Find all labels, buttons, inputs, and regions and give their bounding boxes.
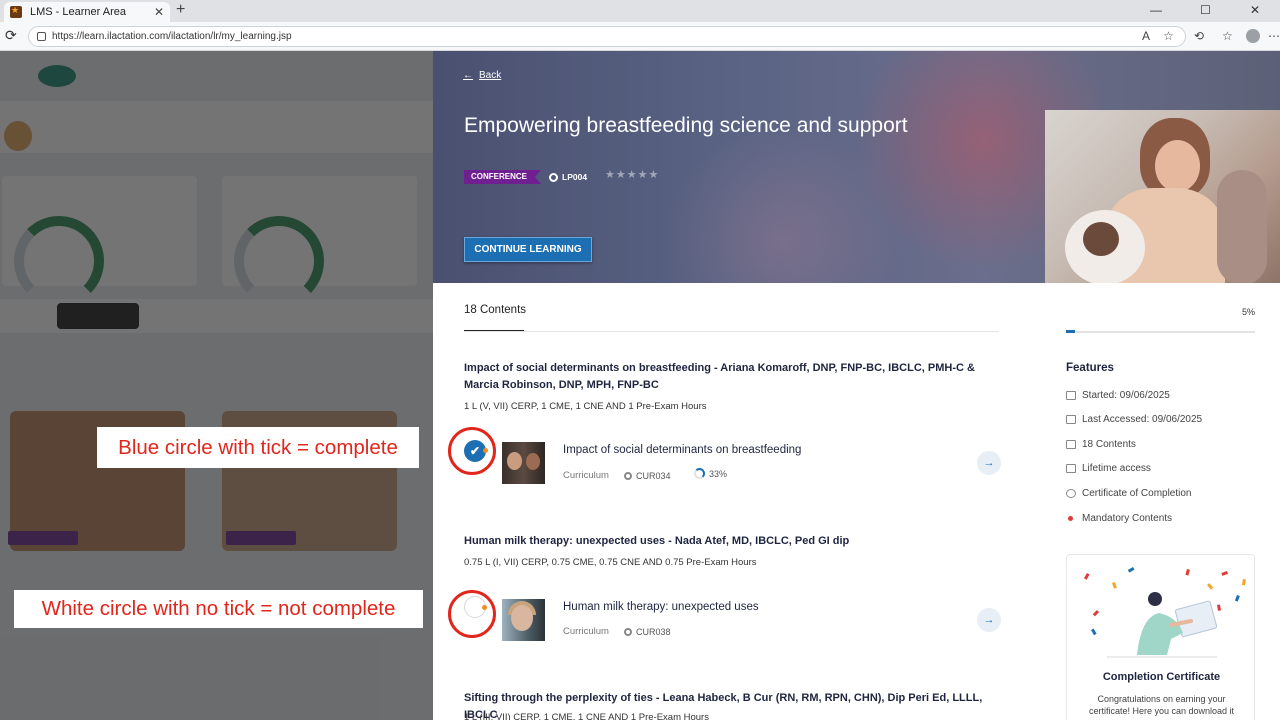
feature-label: 18 Contents: [1082, 439, 1136, 450]
open-content-button[interactable]: →: [977, 451, 1001, 475]
back-link[interactable]: ← Back: [463, 70, 501, 81]
section-title: Human milk therapy: unexpected uses - Na…: [464, 535, 850, 547]
tab-close-icon[interactable]: ✕: [154, 5, 164, 19]
annotation-not-complete: White circle with no tick = not complete: [14, 590, 423, 628]
content-thumbnail[interactable]: [502, 599, 545, 641]
feature-label: Started: 09/06/2025: [1082, 390, 1170, 401]
completion-certificate-card: Completion Certificate Congratulations o…: [1066, 554, 1255, 720]
content-type: Curriculum: [563, 626, 609, 637]
section-credits: 1 L (V, VII) CERP, 1 CME, 1 CNE AND 1 Pr…: [464, 401, 707, 412]
site-favicon-icon: [10, 5, 22, 18]
address-bar-row: ⟳ https://learn.ilactation.com/ilactatio…: [0, 22, 1280, 51]
content-code-text: CUR034: [636, 471, 671, 481]
site-info-icon[interactable]: [37, 32, 46, 41]
annotation-complete: Blue circle with tick = complete: [97, 427, 419, 468]
content-code: CUR034: [624, 471, 671, 481]
browser-tab-bar: LMS - Learner Area ✕ + — ☐ ✕: [0, 0, 1280, 22]
certificate-icon: [1066, 489, 1076, 498]
curriculum-icon: [624, 472, 632, 480]
feature-contents: 18 Contents: [1066, 439, 1136, 450]
content-icon: [1066, 440, 1076, 449]
feature-certificate: Certificate of Completion: [1066, 488, 1192, 499]
back-arrow-icon: ←: [463, 70, 473, 81]
feature-label: Certificate of Completion: [1082, 488, 1192, 499]
course-detail-panel: ← Back Empowering breastfeeding science …: [433, 51, 1280, 720]
learning-path-code: LP004: [549, 170, 587, 184]
extensions-icon[interactable]: ⟲: [1194, 29, 1204, 43]
back-label: Back: [479, 70, 502, 81]
learning-path-code-text: LP004: [562, 172, 588, 182]
tab-contents[interactable]: 18 Contents: [464, 304, 526, 316]
progress-ring-icon: [694, 468, 705, 479]
curriculum-icon: [624, 628, 632, 636]
certificate-illustration: [1084, 567, 1246, 658]
section-credits: 0.75 L (I, VII) CERP, 0.75 CME, 0.75 CNE…: [464, 557, 757, 568]
section-credits: 1 L (III, VII) CERP, 1 CME, 1 CNE AND 1 …: [464, 712, 709, 720]
certificate-description: Congratulations on earning your certific…: [1088, 694, 1235, 716]
content-type: Curriculum: [563, 470, 609, 481]
new-tab-button[interactable]: +: [176, 1, 185, 19]
open-content-button[interactable]: →: [977, 608, 1001, 632]
course-title: Empowering breastfeeding science and sup…: [464, 114, 908, 137]
more-menu-icon[interactable]: ⋯: [1268, 29, 1280, 43]
feature-mandatory: Mandatory Contents: [1066, 513, 1172, 524]
content-progress: 33%: [694, 468, 727, 479]
content-code: CUR038: [624, 627, 671, 637]
certificate-title: Completion Certificate: [1102, 671, 1221, 683]
features-title: Features: [1066, 362, 1114, 374]
feature-label: Last Accessed: 09/06/2025: [1082, 414, 1203, 425]
progress-percent: 5%: [1242, 307, 1256, 317]
maximize-icon[interactable]: ☐: [1200, 3, 1211, 17]
content-title[interactable]: Impact of social determinants on breastf…: [563, 444, 801, 456]
highlight-ring-not-complete: [448, 590, 496, 638]
content-code-text: CUR038: [636, 627, 671, 637]
read-aloud-icon[interactable]: A: [1142, 29, 1150, 43]
favorite-star-icon[interactable]: ☆: [1163, 29, 1174, 43]
minimize-icon[interactable]: —: [1150, 3, 1162, 17]
content-thumbnail[interactable]: [502, 442, 545, 484]
browser-tab[interactable]: LMS - Learner Area ✕: [4, 2, 170, 22]
content-progress-text: 33%: [709, 468, 728, 479]
feature-started: Started: 09/06/2025: [1066, 390, 1170, 401]
learning-path-icon: [549, 172, 558, 182]
address-input[interactable]: https://learn.ilactation.com/ilactation/…: [28, 26, 1186, 47]
tab-title: LMS - Learner Area: [30, 6, 126, 18]
rating-stars[interactable]: ★★★★★: [605, 168, 659, 181]
feature-label: Lifetime access: [1082, 463, 1151, 474]
feature-label: Mandatory Contents: [1082, 513, 1173, 524]
course-progress-bar: [1066, 330, 1255, 333]
calendar-icon: [1066, 391, 1076, 400]
tab-divider: [464, 331, 999, 332]
course-progress-fill: [1066, 330, 1076, 333]
content-title[interactable]: Human milk therapy: unexpected uses: [563, 601, 759, 613]
url-text: https://learn.ilactation.com/ilactation/…: [52, 31, 292, 42]
highlight-ring-complete: [448, 427, 496, 475]
mandatory-dot-icon: [1068, 516, 1073, 521]
feature-lifetime-access: Lifetime access: [1066, 463, 1151, 474]
unlock-icon: [1066, 464, 1076, 473]
reload-icon[interactable]: ⟳: [5, 27, 17, 44]
favorites-icon[interactable]: ☆: [1222, 29, 1233, 43]
calendar-icon: [1066, 415, 1076, 424]
course-hero-image: [1045, 110, 1280, 283]
course-hero: ← Back Empowering breastfeeding science …: [433, 51, 1280, 283]
feature-last-accessed: Last Accessed: 09/06/2025: [1066, 414, 1202, 425]
continue-learning-button[interactable]: CONTINUE LEARNING: [464, 237, 592, 262]
course-type-badge: CONFERENCE: [464, 170, 542, 184]
profile-avatar[interactable]: [1246, 29, 1260, 43]
close-window-icon[interactable]: ✕: [1250, 3, 1260, 17]
section-title: Impact of social determinants on breastf…: [464, 362, 975, 391]
